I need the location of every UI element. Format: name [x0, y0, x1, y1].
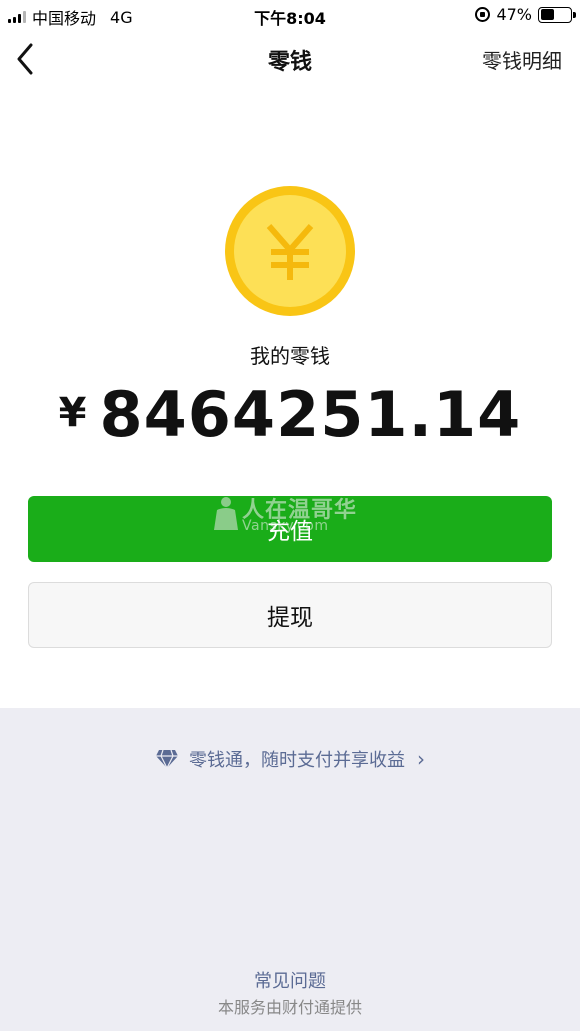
status-bar-right: 47%: [475, 5, 576, 24]
currency-symbol: ¥: [58, 390, 88, 436]
faq-link[interactable]: 常见问题: [0, 967, 580, 993]
status-bar: 中国移动 4G 下午8:04 47%: [0, 0, 580, 30]
bottom-section: 零钱通，随时支付并享收益 › 常见问题 本服务由财付通提供: [0, 708, 580, 1031]
balance-label: 我的零钱: [250, 344, 330, 368]
battery-percent: 47%: [496, 5, 532, 24]
top-up-button[interactable]: 充值: [28, 496, 552, 562]
balance-value: 8464251.14: [99, 378, 522, 451]
balance-details-link[interactable]: 零钱明细: [482, 45, 562, 74]
balance-amount: ¥ 8464251.14: [0, 378, 580, 451]
rotation-lock-icon: [475, 7, 491, 22]
withdraw-button[interactable]: 提现: [28, 582, 552, 648]
promo-text: 零钱通，随时支付并享收益: [189, 750, 405, 771]
chevron-right-icon: ›: [417, 747, 425, 771]
wallet-page: 中国移动 4G 下午8:04 47% 零钱 零钱明细 我的零钱 ¥ 846425…: [0, 0, 580, 1031]
provider-note: 本服务由财付通提供: [217, 998, 362, 1017]
nav-bar: 零钱 零钱明细: [0, 30, 580, 88]
diamond-icon: [156, 749, 178, 769]
yuan-coin-icon: [225, 186, 355, 316]
yuan-symbol-icon: [266, 224, 314, 280]
battery-icon: [538, 6, 576, 23]
lingqiantong-promo-link[interactable]: 零钱通，随时支付并享收益 ›: [0, 746, 580, 772]
coin-inner: [234, 195, 346, 307]
withdraw-label: 提现: [267, 605, 313, 631]
battery-level: [540, 9, 554, 20]
top-up-label: 充值: [267, 519, 313, 545]
